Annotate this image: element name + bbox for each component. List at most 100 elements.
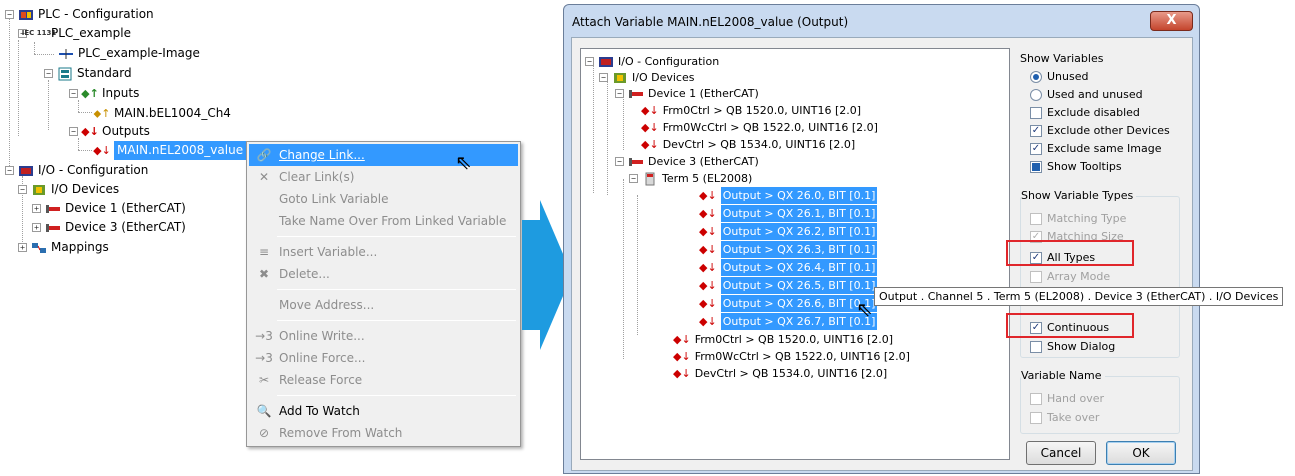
cancel-button[interactable]: Cancel bbox=[1026, 441, 1096, 465]
tree-inputs[interactable]: − ◆↑ Inputs bbox=[69, 84, 139, 103]
remove-watch-icon: ⊘ bbox=[258, 426, 270, 440]
vtree-output-6[interactable]: ◆↓ Output > QX 26.6, BIT [0.1] bbox=[699, 295, 878, 312]
tree-input-var[interactable]: ⬥↑ MAIN.bEL1004_Ch4 bbox=[94, 104, 231, 123]
vtree-output-7[interactable]: ◆↓ Output > QX 26.7, BIT [0.1] bbox=[699, 313, 878, 330]
vtree-device1[interactable]: − Device 1 (EtherCAT) bbox=[615, 85, 759, 102]
checkbox-exclude-same-image[interactable]: ✓ Exclude same Image bbox=[1030, 140, 1162, 158]
vtree-io-config[interactable]: − I/O - Configuration bbox=[585, 53, 719, 70]
menu-separator bbox=[277, 320, 516, 321]
radio-used-and-unused[interactable]: Used and unused bbox=[1030, 86, 1143, 104]
menu-add-to-watch[interactable]: 🔍 Add To Watch bbox=[249, 400, 518, 422]
expand-icon[interactable]: + bbox=[18, 243, 27, 252]
output-var-icon: ◆↓ bbox=[699, 297, 717, 310]
menu-label: Delete... bbox=[279, 267, 330, 281]
option-label: Hand over bbox=[1047, 392, 1104, 405]
inputs-icon: ◆↑ bbox=[81, 87, 99, 100]
vtree-row[interactable]: ◆↓ Frm0WcCtrl > QB 1522.0, UINT16 [2.0] bbox=[641, 119, 878, 136]
tree-mappings[interactable]: + Mappings bbox=[18, 238, 109, 257]
collapse-icon[interactable]: − bbox=[585, 57, 594, 66]
output-var-icon: ◆↓ bbox=[699, 189, 717, 202]
tree-plc-image[interactable]: PLC_example-Image bbox=[58, 44, 200, 63]
checkbox-hand-over[interactable]: Hand over bbox=[1030, 390, 1104, 408]
checkbox-exclude-other-devices[interactable]: ✓ Exclude other Devices bbox=[1030, 122, 1170, 140]
tree-plc-example[interactable]: − IEC 1131 PLC_example bbox=[18, 24, 131, 43]
checkbox-array-mode[interactable]: Array Mode bbox=[1030, 268, 1110, 286]
close-button[interactable]: X bbox=[1150, 11, 1193, 31]
menu-move-address[interactable]: Move Address... bbox=[249, 294, 518, 316]
radio-icon bbox=[1030, 71, 1042, 83]
vtree-label: Output > QX 26.3, BIT [0.1] bbox=[720, 241, 878, 258]
expand-icon[interactable]: + bbox=[32, 223, 41, 232]
ok-button[interactable]: OK bbox=[1106, 441, 1176, 465]
checkbox-show-tooltips[interactable]: Show Tooltips bbox=[1030, 158, 1122, 176]
mouse-cursor-icon: ⇖ bbox=[455, 150, 472, 174]
collapse-icon[interactable]: − bbox=[599, 73, 608, 82]
vtree-row[interactable]: ◆↓ DevCtrl > QB 1534.0, UINT16 [2.0] bbox=[673, 365, 887, 382]
vtree-output-5[interactable]: ◆↓ Output > QX 26.5, BIT [0.1] bbox=[699, 277, 878, 294]
vtree-output-4[interactable]: ◆↓ Output > QX 26.4, BIT [0.1] bbox=[699, 259, 878, 276]
io-config-icon bbox=[18, 164, 34, 178]
collapse-icon[interactable]: − bbox=[5, 166, 14, 175]
checkbox-show-dialog[interactable]: Show Dialog bbox=[1030, 338, 1115, 356]
dialog-title: Attach Variable MAIN.nEL2008_value (Outp… bbox=[572, 15, 849, 29]
ethercat-icon bbox=[628, 87, 644, 101]
menu-insert-variable[interactable]: ≡ Insert Variable... bbox=[249, 241, 518, 263]
tree-device3[interactable]: + Device 3 (EtherCAT) bbox=[32, 218, 186, 237]
variable-tree[interactable]: − I/O - Configuration − I/O Devices − De… bbox=[580, 48, 1010, 460]
checkbox-indeterminate-icon bbox=[1030, 161, 1042, 173]
collapse-icon[interactable]: − bbox=[69, 127, 78, 136]
collapse-icon[interactable]: − bbox=[18, 185, 27, 194]
collapse-icon[interactable]: − bbox=[615, 157, 624, 166]
io-devices-icon bbox=[612, 71, 628, 85]
checkbox-exclude-disabled[interactable]: Exclude disabled bbox=[1030, 104, 1140, 122]
collapse-icon[interactable]: − bbox=[69, 89, 78, 98]
collapse-icon[interactable]: − bbox=[615, 89, 624, 98]
menu-online-write[interactable]: →3 Online Write... bbox=[249, 325, 518, 347]
collapse-icon[interactable]: − bbox=[5, 10, 14, 19]
menu-release-force[interactable]: ✂ Release Force bbox=[249, 369, 518, 391]
context-menu: 🔗 Change Link... ✕ Clear Link(s) Goto Li… bbox=[246, 141, 521, 447]
vtree-label: Frm0WcCtrl > QB 1522.0, UINT16 [2.0] bbox=[694, 350, 910, 363]
vtree-term5[interactable]: − Term 5 (EL2008) bbox=[629, 170, 752, 187]
task-icon bbox=[57, 67, 73, 81]
vtree-label: I/O - Configuration bbox=[618, 55, 720, 68]
menu-delete[interactable]: ✖ Delete... bbox=[249, 263, 518, 285]
vtree-row[interactable]: ◆↓ Frm0WcCtrl > QB 1522.0, UINT16 [2.0] bbox=[673, 348, 910, 365]
tree-device1[interactable]: + Device 1 (EtherCAT) bbox=[32, 199, 186, 218]
vtree-device3[interactable]: − Device 3 (EtherCAT) bbox=[615, 153, 759, 170]
menu-remove-from-watch[interactable]: ⊘ Remove From Watch bbox=[249, 422, 518, 444]
tree-outputs[interactable]: − ◆↓ Outputs bbox=[69, 122, 150, 141]
vtree-output-0[interactable]: ◆↓ Output > QX 26.0, BIT [0.1] bbox=[699, 187, 878, 204]
collapse-icon[interactable]: − bbox=[44, 69, 53, 78]
expand-icon[interactable]: + bbox=[32, 204, 41, 213]
menu-take-name-over[interactable]: Take Name Over From Linked Variable bbox=[249, 210, 518, 232]
io-config-icon bbox=[598, 55, 614, 69]
vtree-output-2[interactable]: ◆↓ Output > QX 26.2, BIT [0.1] bbox=[699, 223, 878, 240]
tree-label: PLC_example bbox=[51, 26, 131, 40]
vtree-io-devices[interactable]: − I/O Devices bbox=[599, 69, 694, 86]
menu-change-link[interactable]: 🔗 Change Link... bbox=[249, 144, 518, 166]
radio-unused[interactable]: Unused bbox=[1030, 68, 1088, 86]
tree-io-devices[interactable]: − I/O Devices bbox=[18, 180, 119, 199]
menu-goto-link-variable[interactable]: Goto Link Variable bbox=[249, 188, 518, 210]
checkbox-matching-type[interactable]: Matching Type bbox=[1030, 210, 1126, 228]
menu-online-force[interactable]: →3 Online Force... bbox=[249, 347, 518, 369]
collapse-icon[interactable]: − bbox=[629, 174, 638, 183]
tree-standard[interactable]: − Standard bbox=[44, 64, 132, 83]
menu-label: Online Write... bbox=[279, 329, 365, 343]
tree-plc-configuration[interactable]: − PLC - Configuration bbox=[5, 5, 154, 24]
vtree-output-3[interactable]: ◆↓ Output > QX 26.3, BIT [0.1] bbox=[699, 241, 878, 258]
menu-clear-links[interactable]: ✕ Clear Link(s) bbox=[249, 166, 518, 188]
checkbox-take-over[interactable]: Take over bbox=[1030, 409, 1099, 427]
output-var-icon: ◆↓ bbox=[699, 261, 717, 274]
vtree-row[interactable]: ◆↓ Frm0Ctrl > QB 1520.0, UINT16 [2.0] bbox=[673, 331, 893, 348]
checkbox-checked-icon: ✓ bbox=[1030, 125, 1042, 137]
tree-output-var[interactable]: ◆↓ MAIN.nEL2008_value bbox=[93, 141, 247, 160]
tree-io-configuration[interactable]: − I/O - Configuration bbox=[5, 161, 148, 180]
vtree-row[interactable]: ◆↓ Frm0Ctrl > QB 1520.0, UINT16 [2.0] bbox=[641, 102, 861, 119]
vtree-row[interactable]: ◆↓ DevCtrl > QB 1534.0, UINT16 [2.0] bbox=[641, 136, 855, 153]
output-var-icon: ◆↓ bbox=[641, 104, 659, 117]
group-title: Show Variables bbox=[1020, 52, 1107, 65]
vtree-output-1[interactable]: ◆↓ Output > QX 26.1, BIT [0.1] bbox=[699, 205, 878, 222]
checkbox-icon bbox=[1030, 393, 1042, 405]
